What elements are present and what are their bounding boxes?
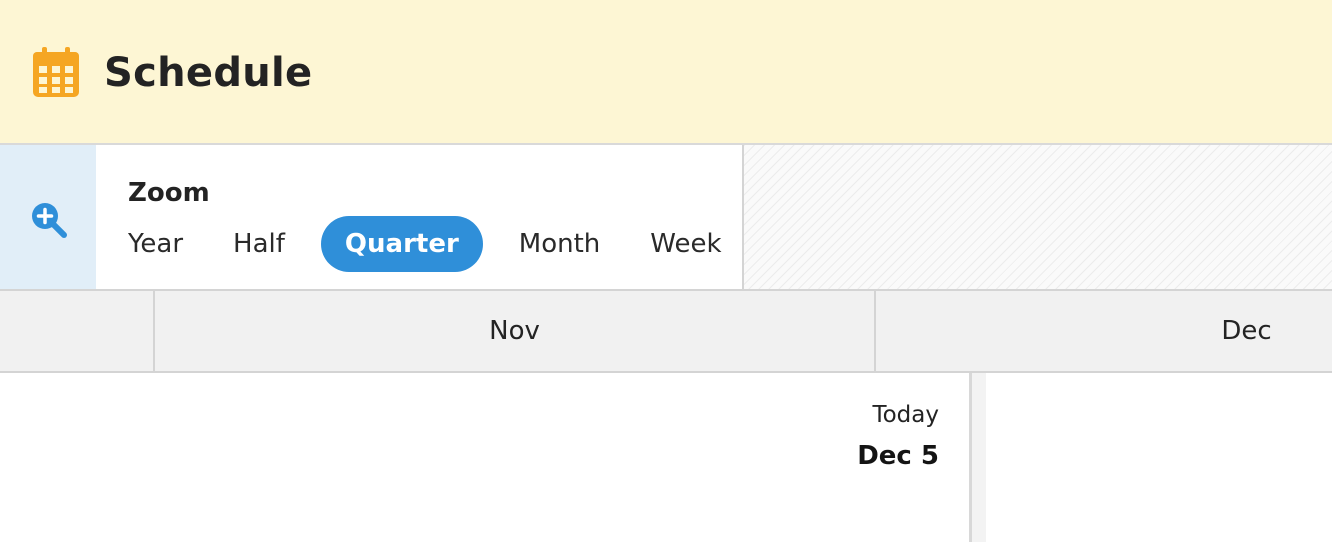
- toolbar-hatched-area: [744, 145, 1332, 289]
- calendar-icon: [33, 47, 79, 97]
- month-header-nov: Nov: [155, 291, 876, 371]
- zoom-toolbar: Zoom Year Half Quarter Month Week: [0, 145, 1332, 291]
- zoom-option-month[interactable]: Month: [505, 216, 615, 272]
- zoom-label: Zoom: [128, 178, 210, 208]
- today-date: Dec 5: [857, 441, 939, 471]
- today-marker-shade: [972, 373, 986, 542]
- zoom-option-year[interactable]: Year: [114, 216, 197, 272]
- zoom-in-icon[interactable]: [30, 201, 68, 239]
- zoom-panel: Zoom Year Half Quarter Month Week: [96, 145, 744, 289]
- zoom-side-panel: [0, 145, 96, 289]
- app-header: Schedule: [0, 0, 1332, 145]
- zoom-option-week[interactable]: Week: [636, 216, 735, 272]
- timeline-body: Today Dec 5: [0, 373, 1332, 542]
- zoom-options: Year Half Quarter Month Week: [114, 216, 736, 272]
- timeline-month-header: Nov Dec: [0, 291, 1332, 373]
- today-label: Today: [872, 402, 939, 428]
- page-title: Schedule: [104, 50, 313, 96]
- timeline-gutter: [0, 291, 155, 371]
- zoom-option-quarter[interactable]: Quarter: [320, 216, 483, 272]
- month-header-dec: Dec: [1221, 316, 1272, 346]
- zoom-option-half[interactable]: Half: [219, 216, 299, 272]
